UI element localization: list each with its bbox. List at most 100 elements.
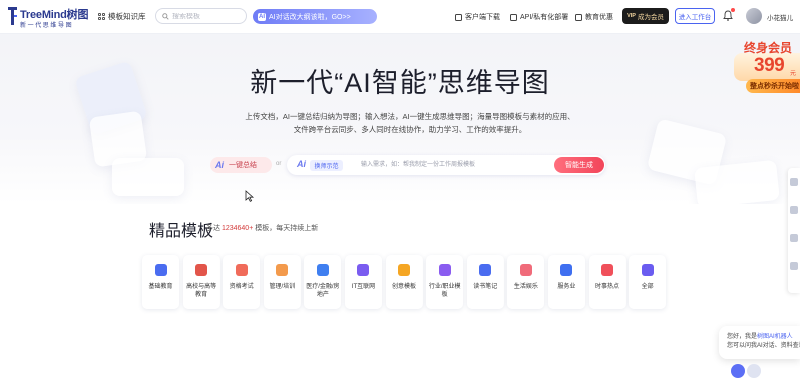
vip-ad-cta-button[interactable]: 整点秒杀开始啦 — [746, 79, 800, 93]
category-card[interactable]: IT互联网 — [344, 255, 382, 309]
ai-chat-bubble[interactable]: 您好，我是树图AI机器人 您可以问我AI对话、资料查询 — [719, 326, 800, 359]
grid-icon — [98, 13, 105, 20]
search-input[interactable] — [172, 12, 242, 20]
search-box[interactable] — [155, 8, 247, 24]
become-vip-button[interactable]: VIP 成为会员 — [622, 8, 669, 24]
enter-workspace-button[interactable]: 进入工作台 — [675, 8, 715, 24]
category-card[interactable]: 基础教育 — [142, 255, 179, 309]
category-label: 生活娱乐 — [513, 284, 538, 290]
side-toolbar — [788, 168, 800, 293]
category-icon — [601, 264, 614, 276]
chat-close-icon[interactable] — [747, 364, 761, 378]
category-icon — [276, 264, 289, 276]
example-chip[interactable]: 换师示范 — [310, 160, 343, 171]
nav-edu-offer[interactable]: 教育优惠 — [575, 12, 613, 22]
category-icon — [438, 264, 451, 276]
category-card[interactable]: 全部 — [629, 255, 667, 309]
summary-label: 一键总结 — [229, 162, 257, 169]
promo-text: AI对话改大纲该啦，GO>> — [269, 13, 351, 21]
category-card[interactable]: 高校与高等教育 — [182, 255, 220, 309]
category-icon — [479, 264, 492, 276]
category-label: 读书笔记 — [473, 284, 498, 290]
mouse-cursor-icon — [245, 190, 255, 202]
side-tool-icon[interactable] — [790, 234, 798, 242]
category-icon — [154, 264, 167, 276]
category-label: 全部 — [641, 284, 654, 290]
category-card[interactable]: 读书笔记 — [466, 255, 504, 309]
deco-card — [112, 158, 184, 196]
side-tool-icon[interactable] — [790, 206, 798, 214]
ai-logo-icon: Ai — [297, 159, 306, 169]
vip-ad-title: 终身会员 — [744, 41, 793, 55]
template-count: 1234640+ — [221, 225, 254, 232]
hero-section: 新一代“AI智能”思维导图 上传文档，AI一键总结归纳为导图；输入想法，AI一键… — [0, 34, 800, 204]
search-icon — [162, 12, 169, 20]
logo[interactable]: TreeMind树图 新一代思维导图 — [8, 5, 88, 29]
or-separator: or — [276, 161, 282, 167]
category-icon — [316, 264, 329, 276]
section-title: 精品模板 — [149, 223, 214, 240]
ai-logo-icon: Ai — [215, 160, 224, 170]
category-card[interactable]: 管理/培训 — [263, 255, 301, 309]
category-icon — [519, 264, 532, 276]
notification-dot — [731, 8, 735, 12]
vip-ad-price: 399 — [754, 55, 785, 76]
nav-api-deploy-label: API/私有化部署 — [520, 14, 569, 21]
category-card[interactable]: 资格考试 — [223, 255, 261, 309]
logo-subtitle: 新一代思维导图 — [20, 23, 74, 29]
category-label: 管理/培训 — [269, 284, 296, 290]
ai-promo-banner[interactable]: AI AI对话改大纲该啦，GO>> — [253, 9, 377, 24]
category-label: 资格考试 — [229, 284, 254, 290]
category-label: 时事热点 — [595, 284, 620, 290]
monitor-icon — [455, 13, 462, 21]
edu-icon — [575, 13, 582, 21]
category-icon — [195, 264, 208, 276]
category-label: 高校与高等教育 — [186, 284, 217, 298]
smart-generate-button[interactable]: 智能生成 — [554, 157, 604, 173]
chat-line-1: 您好，我是树图AI机器人 — [727, 333, 800, 342]
nav-api-deploy[interactable]: API/私有化部署 — [510, 12, 568, 22]
category-icon — [560, 264, 573, 276]
chat-robot-icon[interactable] — [731, 364, 745, 378]
side-tool-icon[interactable] — [790, 262, 798, 270]
tree-logo-icon — [8, 7, 17, 25]
category-label: 医疗/金融/房地产 — [306, 284, 340, 298]
category-card[interactable]: 时事热点 — [588, 255, 626, 309]
category-card[interactable]: 行业/职业模板 — [426, 255, 464, 309]
category-label: IT互联网 — [351, 284, 376, 290]
category-icon — [357, 264, 370, 276]
chat-line-1-prefix: 您好，我是 — [727, 334, 758, 340]
category-card[interactable]: 医疗/金融/房地产 — [304, 255, 342, 309]
ai-prompt-input[interactable] — [361, 159, 541, 171]
api-icon — [510, 13, 517, 21]
avatar[interactable] — [746, 8, 762, 24]
chat-bot-name: 树图AI机器人 — [757, 334, 793, 340]
nav-template-library[interactable]: 模板知识库 — [98, 11, 146, 22]
category-icon — [235, 264, 248, 276]
category-label: 基础教育 — [148, 284, 173, 290]
vip-badge: VIP — [627, 13, 636, 19]
nav-edu-offer-label: 教育优惠 — [585, 14, 613, 21]
category-card[interactable]: 创意模板 — [385, 255, 423, 309]
username[interactable]: 小花猫儿 — [767, 12, 793, 22]
category-label: 行业/职业模板 — [428, 284, 461, 298]
category-label: 服务业 — [557, 284, 576, 290]
category-icon — [398, 264, 411, 276]
one-click-summary-button[interactable]: Ai 一键总结 — [210, 157, 272, 173]
nav-client-download-label: 客户端下载 — [465, 14, 500, 21]
deco-card — [694, 159, 780, 204]
chat-line-2: 您可以问我AI对话、资料查询 — [727, 343, 800, 349]
category-card[interactable]: 生活娱乐 — [507, 255, 545, 309]
ai-badge-icon: AI — [258, 12, 266, 21]
hero-description: 上传文档，AI一键总结归纳为导图；输入想法，AI一键生成思维导图；海量导图模板与… — [245, 112, 575, 134]
hero-title: 新一代“AI智能”思维导图 — [250, 68, 550, 98]
vip-ad-unit: 元 — [790, 71, 797, 77]
nav-client-download[interactable]: 客户端下载 — [455, 12, 500, 22]
section-subtitle: 多达 1234640+ 模板，每天持续上新 — [206, 223, 318, 233]
top-nav: TreeMind树图 新一代思维导图 模板知识库 AI AI对话改大纲该啦，GO… — [0, 0, 800, 34]
category-card[interactable]: 服务业 — [547, 255, 585, 309]
category-icon — [641, 264, 654, 276]
example-chip-label: 换师示范 — [314, 164, 339, 170]
side-tool-icon[interactable] — [790, 178, 798, 186]
category-list: 基础教育 高校与高等教育 资格考试 管理/培训 医疗/金融/房地产 IT互联网 创意模板 行业… — [142, 255, 667, 309]
